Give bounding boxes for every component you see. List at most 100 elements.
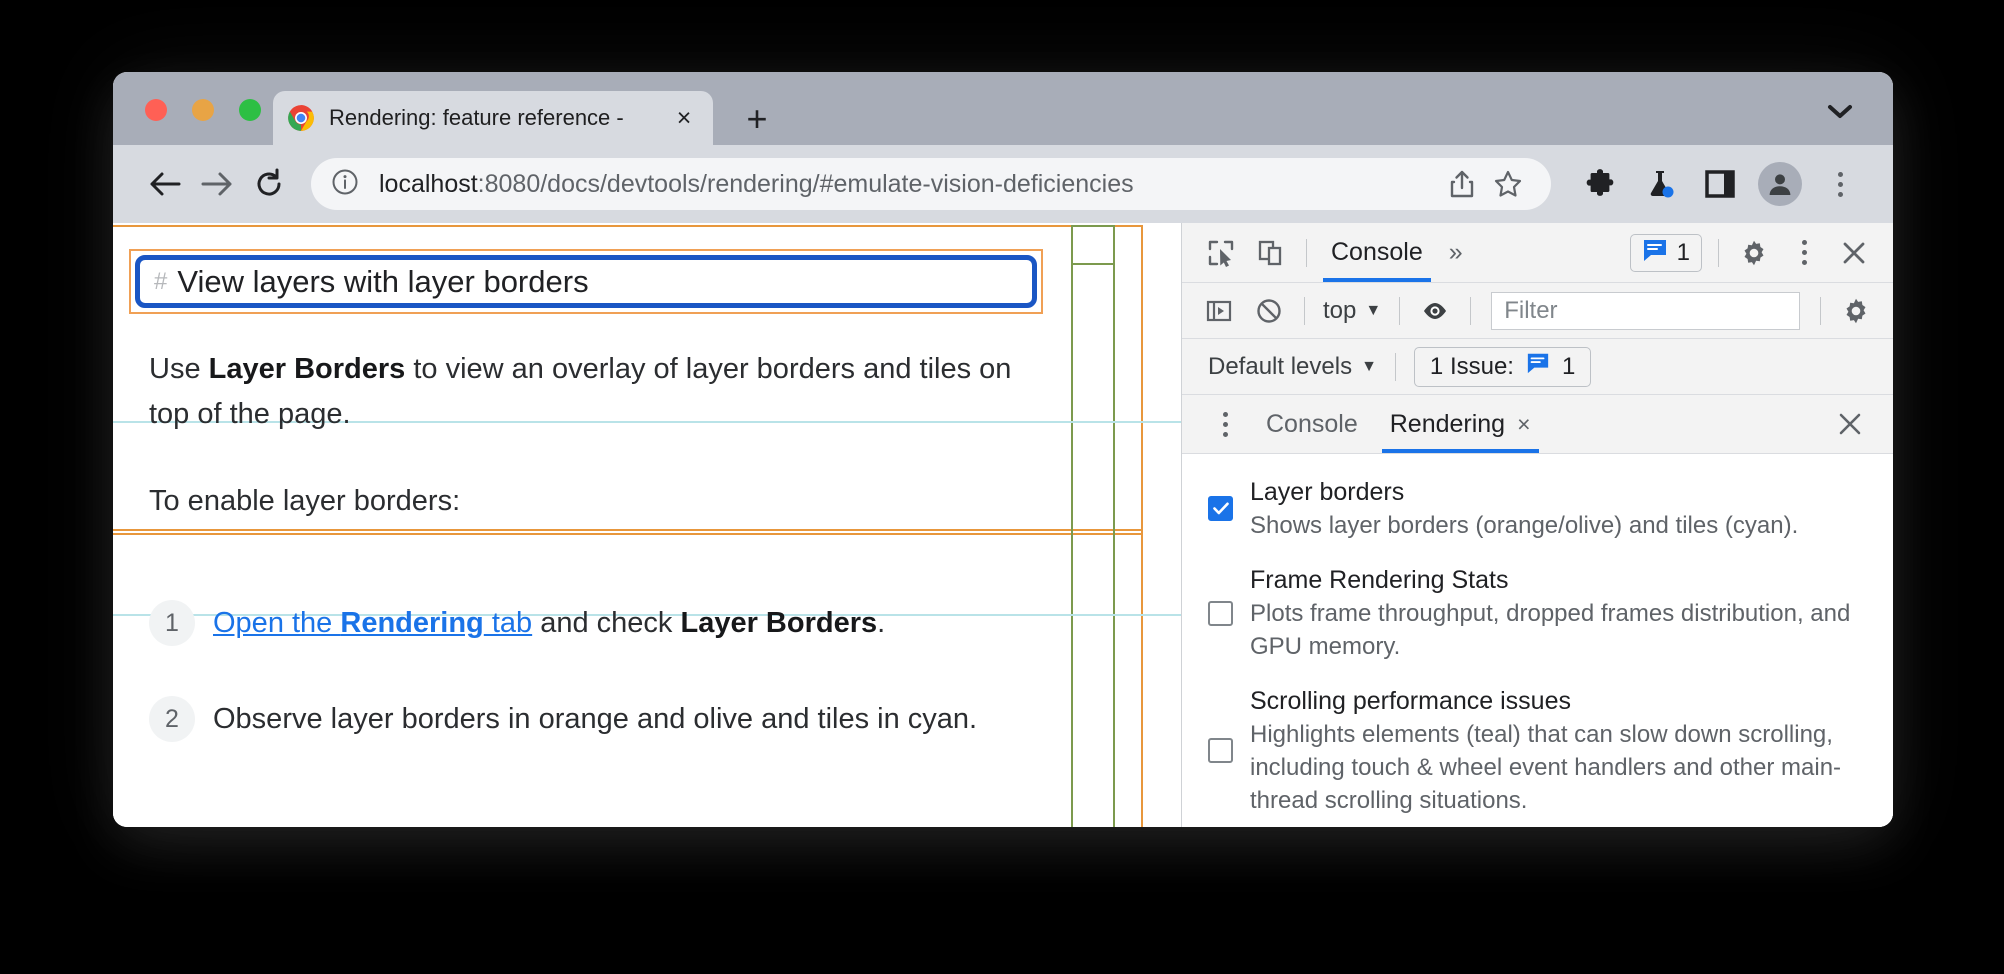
address-bar-url: localhost:8080/docs/devtools/rendering/#… <box>379 170 1439 199</box>
content-row: # View layers with layer borders Use Lay… <box>113 223 1893 827</box>
chrome-logo-icon <box>287 104 315 132</box>
option-body: Scrolling performance issues Highlights … <box>1250 685 1867 817</box>
side-panel-icon[interactable] <box>1693 157 1747 211</box>
live-expression-icon[interactable] <box>1414 290 1456 332</box>
link-pre: Open the <box>213 606 341 639</box>
log-levels-dropdown[interactable]: Default levels ▼ <box>1200 353 1385 381</box>
star-icon[interactable] <box>1485 161 1531 207</box>
execution-context-selector[interactable]: top ▼ <box>1315 297 1389 325</box>
devtools-panel: Console » 1 top ▼ Filter Default levels … <box>1181 223 1893 827</box>
console-toolbar: top ▼ Filter <box>1182 283 1893 340</box>
flask-icon[interactable] <box>1633 157 1687 211</box>
console-settings-gear-icon[interactable] <box>1835 290 1877 332</box>
divider <box>1718 238 1719 267</box>
steps-list: 1 Open the Rendering tab and check Layer… <box>149 575 1031 767</box>
paragraph-1-before: Use <box>149 353 209 385</box>
issues-counter-button[interactable]: 1 <box>1629 233 1702 272</box>
devtools-main-toolbar: Console » 1 <box>1182 223 1893 284</box>
drawer-menu-icon[interactable] <box>1204 403 1246 445</box>
heading-layer-wrapper: # View layers with layer borders <box>129 249 1043 314</box>
page-viewport: # View layers with layer borders Use Lay… <box>113 223 1181 827</box>
console-sidebar-icon[interactable] <box>1198 290 1240 332</box>
option-title: Layer borders <box>1250 477 1405 506</box>
reload-button[interactable] <box>243 158 295 210</box>
divider <box>1399 296 1401 325</box>
log-levels-label: Default levels <box>1208 352 1353 380</box>
issues-summary-button[interactable]: 1 Issue: 1 <box>1413 346 1592 387</box>
device-toggle-icon[interactable] <box>1250 232 1292 274</box>
menu-dots <box>1208 404 1242 444</box>
browser-tab[interactable]: Rendering: feature reference - × <box>273 91 713 145</box>
close-rendering-tab-icon[interactable]: × <box>1517 411 1530 438</box>
option-body: Layer borders Shows layer borders (orang… <box>1250 476 1867 542</box>
page-heading-layer: # View layers with layer borders <box>135 255 1037 308</box>
layer-borders-checkbox[interactable] <box>1208 496 1233 522</box>
close-tab-button[interactable]: × <box>669 103 699 133</box>
chevron-down-icon[interactable] <box>1819 94 1861 130</box>
rendering-option-layer-borders[interactable]: Layer borders Shows layer borders (orang… <box>1208 476 1867 542</box>
address-bar[interactable]: localhost:8080/docs/devtools/rendering/#… <box>311 158 1551 210</box>
step-end: . <box>877 606 886 639</box>
back-button[interactable] <box>139 158 191 210</box>
list-item: 1 Open the Rendering tab and check Layer… <box>149 575 1031 671</box>
tab-strip: Rendering: feature reference - × + <box>113 72 1893 145</box>
list-item-text: Open the Rendering tab and check Layer B… <box>213 607 885 640</box>
new-tab-button[interactable]: + <box>738 100 776 138</box>
divider <box>1394 352 1396 381</box>
forward-button[interactable] <box>191 158 243 210</box>
link-post: tab <box>483 606 533 639</box>
puzzle-icon[interactable] <box>1573 157 1627 211</box>
three-dot-menu-icon[interactable] <box>1783 232 1825 274</box>
rendering-tab-link[interactable]: Open the Rendering tab <box>213 607 532 639</box>
rendering-option-scrolling-performance-issues[interactable]: Scrolling performance issues Highlights … <box>1208 685 1867 817</box>
option-title: Scrolling performance issues <box>1250 686 1571 715</box>
chevron-down-icon: ▼ <box>1365 301 1382 319</box>
console-filter-input[interactable]: Filter <box>1491 291 1800 330</box>
divider <box>1470 296 1472 325</box>
browser-window: Rendering: feature reference - × + local… <box>113 72 1893 827</box>
clear-console-icon[interactable] <box>1248 290 1290 332</box>
drawer-tab-label: Console <box>1266 409 1358 438</box>
drawer-tab-console[interactable]: Console <box>1250 395 1374 452</box>
paragraph-1-bold: Layer Borders <box>208 353 406 385</box>
info-circle-icon[interactable] <box>331 168 359 201</box>
three-dot-menu-icon[interactable] <box>1813 157 1867 211</box>
link-bold: Rendering <box>340 606 484 639</box>
scrolling-performance-issues-checkbox[interactable] <box>1208 738 1233 764</box>
screenshot-root: Rendering: feature reference - × + local… <box>0 0 2004 974</box>
tab-console[interactable]: Console <box>1317 223 1437 283</box>
close-devtools-icon[interactable] <box>1833 232 1875 274</box>
share-icon[interactable] <box>1439 161 1485 207</box>
console-levels-row: Default levels ▼ 1 Issue: 1 <box>1182 339 1893 396</box>
minimize-window-button[interactable] <box>192 99 214 121</box>
rendering-option-frame-rendering-stats[interactable]: Frame Rendering Stats Plots frame throug… <box>1208 564 1867 663</box>
close-drawer-icon[interactable] <box>1829 403 1871 445</box>
option-body: Frame Rendering Stats Plots frame throug… <box>1250 564 1867 663</box>
option-description: Plots frame throughput, dropped frames d… <box>1250 599 1851 660</box>
issue-message-icon <box>1526 351 1550 382</box>
anchor-hash-icon[interactable]: # <box>154 268 167 296</box>
maximize-window-button[interactable] <box>239 99 261 121</box>
frame-rendering-stats-checkbox[interactable] <box>1208 600 1233 626</box>
drawer-tab-rendering[interactable]: Rendering × <box>1374 395 1547 453</box>
close-window-button[interactable] <box>145 99 167 121</box>
paragraph-use-layer-borders: Use Layer Borders to view an overlay of … <box>149 347 1025 437</box>
inspect-cursor-icon[interactable] <box>1200 232 1242 274</box>
avatar <box>1758 162 1802 206</box>
menu-dots <box>1787 233 1821 273</box>
option-description: Highlights elements (teal) that can slow… <box>1250 720 1842 814</box>
issues-count: 1 <box>1676 238 1690 266</box>
issues-label: 1 Issue: <box>1429 352 1514 380</box>
traffic-lights <box>145 99 261 121</box>
more-panels-button[interactable]: » <box>1437 238 1475 267</box>
rendering-options-pane: Layer borders Shows layer borders (orang… <box>1182 453 1893 827</box>
url-host: localhost <box>379 169 478 198</box>
issues-count: 1 <box>1561 352 1576 380</box>
chevron-down-icon: ▼ <box>1361 357 1377 375</box>
avatar-icon[interactable] <box>1753 157 1807 211</box>
gear-icon[interactable] <box>1733 232 1775 274</box>
tab-title: Rendering: feature reference - <box>329 105 624 130</box>
paragraph-2-text: To enable layer borders: <box>149 485 461 517</box>
menu-dots <box>1823 164 1857 204</box>
list-item-number: 2 <box>149 696 195 742</box>
